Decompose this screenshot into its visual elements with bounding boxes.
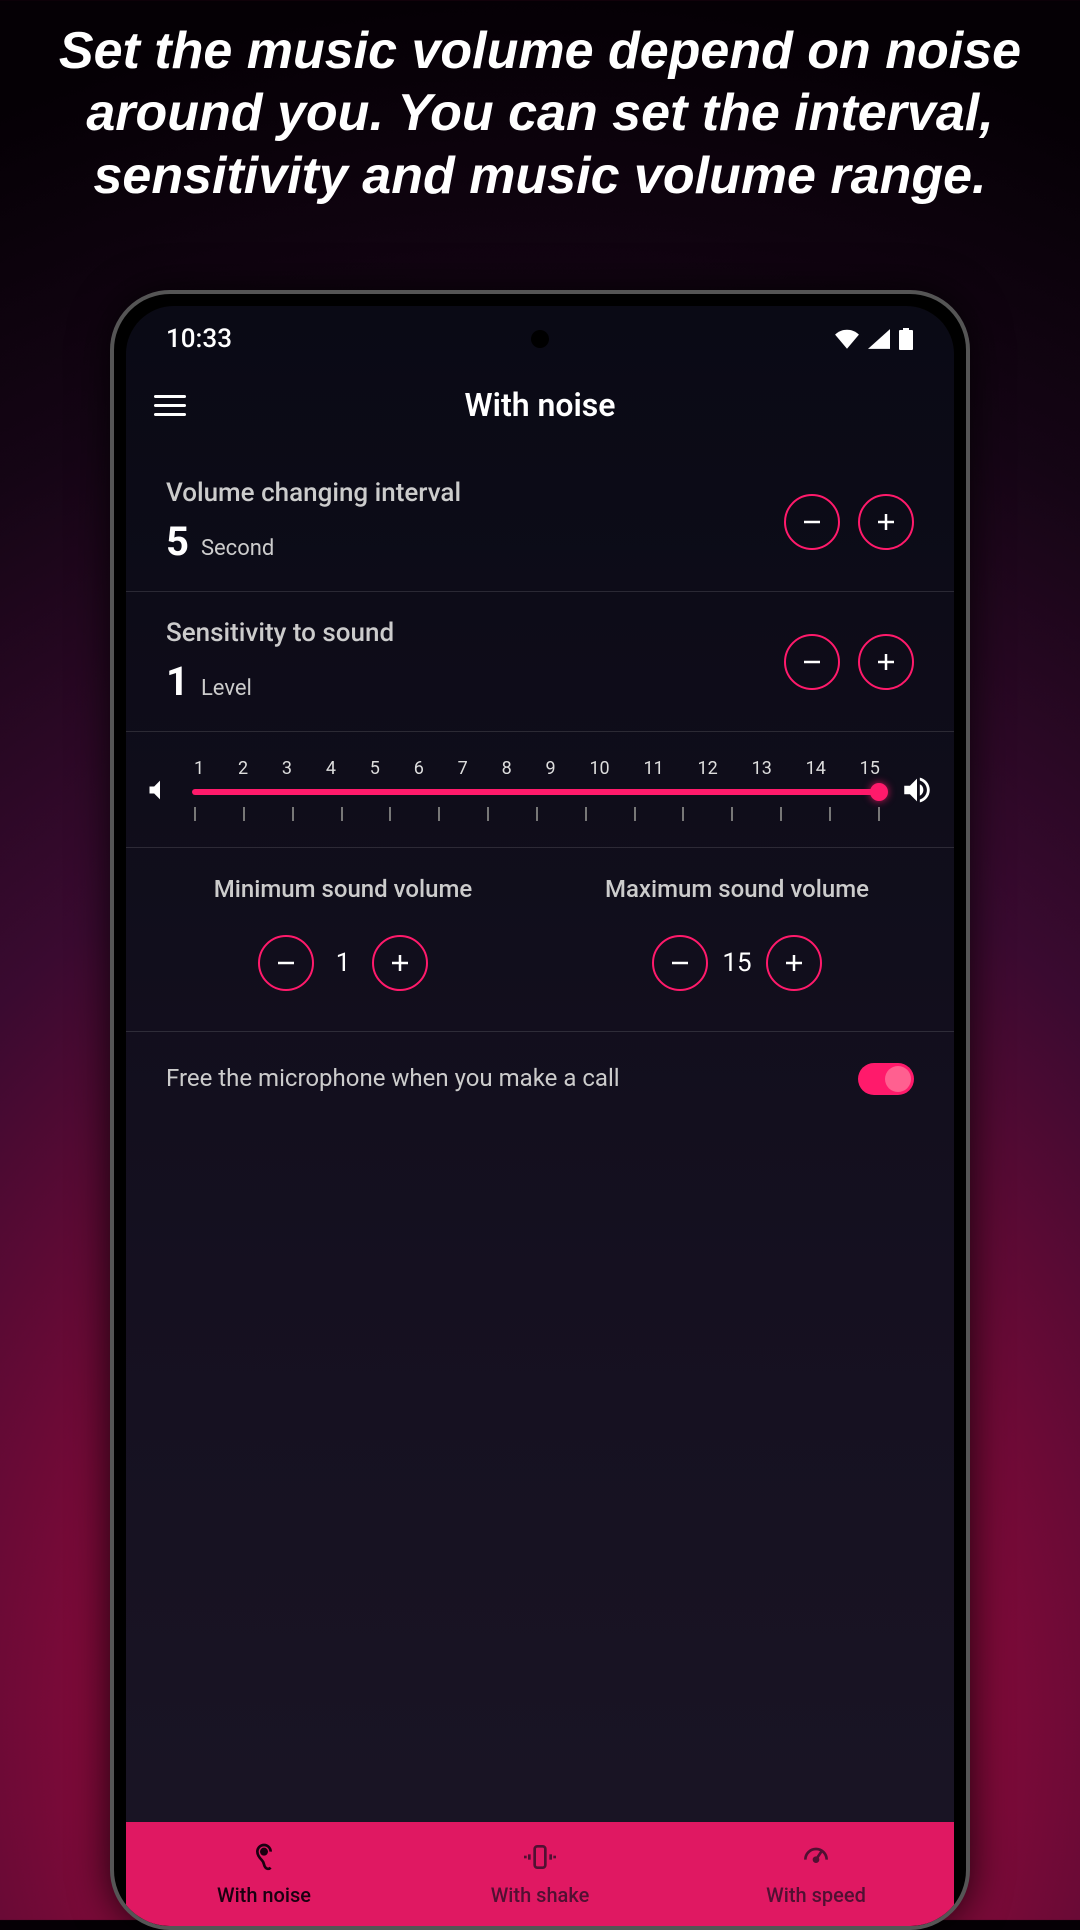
nav-with-speed[interactable]: With speed [678,1822,954,1926]
slider-thumb[interactable] [870,783,888,801]
min-volume-minus-button[interactable] [258,935,314,991]
top-bar: With noise [126,364,954,452]
max-volume-minus-button[interactable] [652,935,708,991]
screen-title: With noise [154,386,926,424]
phone-screen: 10:33 With noise Volume changing interva… [126,306,954,1926]
ear-icon [248,1841,280,1877]
interval-plus-button[interactable] [858,494,914,550]
speaker-low-icon [146,776,174,804]
signal-icon [868,329,890,349]
interval-label: Volume changing interval [166,478,461,508]
sensitivity-label: Sensitivity to sound [166,618,394,648]
free-mic-toggle[interactable] [858,1063,914,1095]
bottom-nav: With noise With shake With speed [126,1822,954,1926]
slider-track[interactable] [192,789,882,795]
min-volume-plus-button[interactable] [372,935,428,991]
min-volume-label: Minimum sound volume [166,874,520,905]
free-mic-section: Free the microphone when you make a call [126,1032,954,1126]
shake-icon [524,1841,556,1877]
max-volume-label: Maximum sound volume [560,874,914,905]
wifi-icon [834,329,860,349]
sensitivity-plus-button[interactable] [858,634,914,690]
volume-slider-section: 123456789101112131415 [126,732,954,848]
sensitivity-minus-button[interactable] [784,634,840,690]
status-icons [834,328,914,350]
nav-with-shake[interactable]: With shake [402,1822,678,1926]
phone-frame: 10:33 With noise Volume changing interva… [110,290,970,1930]
max-volume-value: 15 [722,948,752,978]
slider-labels: 123456789101112131415 [192,758,882,779]
status-time: 10:33 [166,324,232,354]
nav-noise-label: With noise [217,1883,311,1907]
max-volume-plus-button[interactable] [766,935,822,991]
interval-unit: Second [201,536,274,561]
min-volume-value: 1 [328,948,358,978]
free-mic-label: Free the microphone when you make a call [166,1062,834,1096]
sensitivity-value: 1 [166,658,189,705]
speaker-high-icon [900,773,934,807]
slider-ticks [192,807,882,821]
volume-slider[interactable]: 123456789101112131415 [192,758,882,821]
nav-with-noise[interactable]: With noise [126,1822,402,1926]
sensitivity-unit: Level [201,676,252,701]
nav-shake-label: With shake [491,1883,590,1907]
camera-notch [531,330,549,348]
interval-section: Volume changing interval 5 Second [126,452,954,592]
battery-icon [898,328,914,350]
speed-icon [800,1841,832,1877]
promo-text: Set the music volume depend on noise aro… [0,0,1080,207]
interval-value: 5 [166,518,189,565]
nav-speed-label: With speed [766,1883,866,1907]
interval-minus-button[interactable] [784,494,840,550]
minmax-section: Minimum sound volume 1 Maximum sound vol… [126,848,954,1032]
toggle-knob [885,1066,911,1092]
sensitivity-section: Sensitivity to sound 1 Level [126,592,954,732]
